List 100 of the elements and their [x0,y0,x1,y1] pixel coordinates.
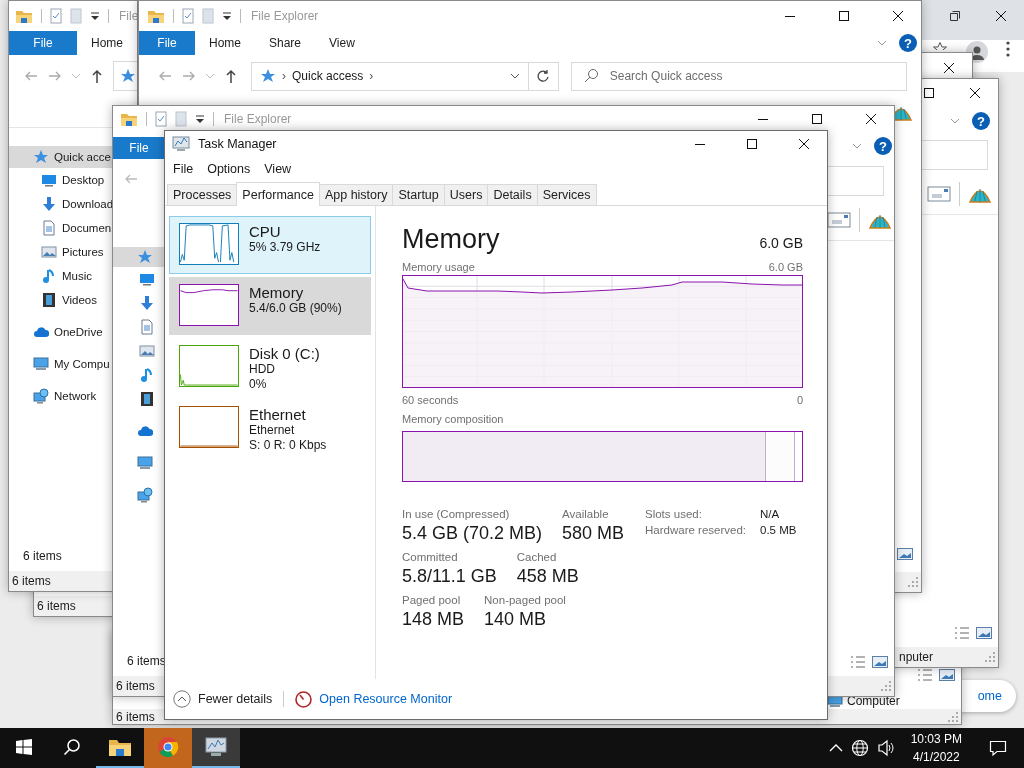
stat-label: Committed [402,551,459,563]
checked-document-icon[interactable] [182,8,194,24]
search-field[interactable]: Search Quick access [570,61,907,91]
close-icon[interactable] [944,63,954,73]
dropdown-icon[interactable] [222,10,232,22]
windows-logo-icon[interactable] [16,739,32,755]
help-button[interactable]: ? [874,137,892,155]
stat-value: 140 MB [484,609,548,630]
page-link[interactable]: ome [977,689,1002,703]
chevron-up-icon[interactable] [828,743,843,753]
graph-thumbnail [179,406,239,448]
maximize-icon[interactable] [839,11,849,21]
close-icon[interactable] [866,113,876,124]
breadcrumb-separator[interactable]: › [369,69,374,83]
nav-item[interactable]: Network [9,384,112,408]
dropdown-icon[interactable] [195,112,205,125]
refresh-icon[interactable] [536,69,551,83]
ribbon-tab[interactable]: File [139,31,195,55]
menu-item[interactable]: Options [207,162,251,176]
large-icons-view-icon[interactable] [872,656,888,668]
star-outline-icon[interactable] [932,41,948,50]
envelope-icon[interactable] [827,212,851,228]
breadcrumb[interactable]: Quick access [292,69,364,83]
resource-monitor-link[interactable]: Open Resource Monitor [319,692,453,706]
nav-item[interactable]: Quick acce [9,146,112,168]
fewer-details-button[interactable]: Fewer details [173,690,273,708]
browser-icon[interactable] [157,736,179,758]
clock[interactable]: 10:03 PM 4/1/2022 [902,730,970,766]
checked-document-icon[interactable] [155,110,167,127]
address-bar[interactable] [113,61,137,91]
menu-item[interactable]: File [173,162,194,176]
ribbon-tab[interactable]: File [113,137,165,159]
tab[interactable]: App history [318,184,394,205]
close-icon[interactable] [996,11,1006,21]
resource-name: Disk 0 (C:) [249,345,320,362]
more-menu-icon[interactable] [1006,41,1010,57]
checked-document-icon[interactable] [50,8,62,24]
menu-item[interactable]: View [264,162,292,176]
monitor-icon [41,172,57,188]
envelope-icon[interactable] [927,186,951,202]
resource-item[interactable]: CPU 5% 3.79 GHz [169,216,371,274]
speaker-icon[interactable] [876,739,895,757]
nav-item[interactable]: Videos [9,288,112,312]
tab[interactable]: Users [443,184,489,205]
nav-item[interactable]: My Compu [9,352,112,376]
graph-thumbnail [179,223,239,265]
stat-value: 0.5 MB [760,524,797,536]
nav-item[interactable]: Desktop [9,168,112,192]
taskbar-app[interactable] [192,728,240,768]
stat-label: In use (Compressed) [402,508,511,520]
folder-icon[interactable] [108,737,132,757]
large-icons-view-icon[interactable] [976,627,992,639]
resource-item[interactable]: Memory 5.4/6.0 GB (90%) [169,277,371,335]
ribbon-tab[interactable]: Share [255,31,316,55]
large-icons-view-icon[interactable] [939,669,955,681]
nav-item[interactable]: Documen [9,216,112,240]
breadcrumb-separator[interactable]: › [282,69,286,83]
details-view-icon[interactable] [917,669,933,681]
ribbon-tab[interactable]: File [9,31,77,55]
chevron-down-icon[interactable] [510,72,521,80]
notification-icon[interactable] [989,739,1007,757]
nav-item[interactable]: Pictures [9,240,112,264]
search-icon[interactable] [63,738,81,756]
resource-item[interactable]: Disk 0 (C:) HDD 0% [169,338,371,396]
nav-item[interactable]: Music [9,264,112,288]
tab[interactable]: Services [536,184,597,205]
close-icon[interactable] [799,139,809,149]
monitor-chart-icon[interactable] [204,736,228,758]
tab[interactable]: Processes [167,184,238,205]
stat-value: 148 MB [402,609,465,630]
dropdown-icon[interactable] [90,10,100,22]
help-button[interactable]: ? [899,34,917,52]
ribbon-tab[interactable]: Home [77,31,137,55]
tab[interactable]: Startup [392,184,445,205]
stat-label: Slots used: [645,508,703,520]
window-title: File [119,9,137,23]
ribbon-tab[interactable]: View [315,31,369,55]
resource-item[interactable]: Ethernet Ethernet S: 0 R: 0 Kbps [169,399,371,457]
close-icon[interactable] [893,11,903,21]
maximize-icon[interactable] [812,113,822,124]
resource-name: Memory [249,284,305,301]
close-icon[interactable] [970,87,980,98]
nav-item[interactable]: Download [9,192,112,216]
maximize-icon[interactable] [924,87,934,98]
item-count: 6 items [22,549,63,565]
help-button[interactable]: ? [972,112,990,130]
star-icon [260,68,276,84]
tab[interactable]: Performance [236,182,320,206]
ribbon-tab[interactable]: Home [195,31,255,55]
nav-item[interactable]: OneDrive [9,320,112,344]
monitor-chart-icon [172,136,190,152]
tab[interactable]: Details [487,184,538,205]
globe-icon[interactable] [850,739,869,757]
maximize-icon[interactable] [747,139,757,149]
graph-label: Memory usage [402,261,475,275]
address-bar[interactable]: › Quick access › [251,61,530,91]
graph-label: Memory composition [402,413,504,427]
large-icons-view-icon[interactable] [897,548,913,560]
star-icon [33,149,49,165]
restore-icon[interactable] [950,11,960,21]
